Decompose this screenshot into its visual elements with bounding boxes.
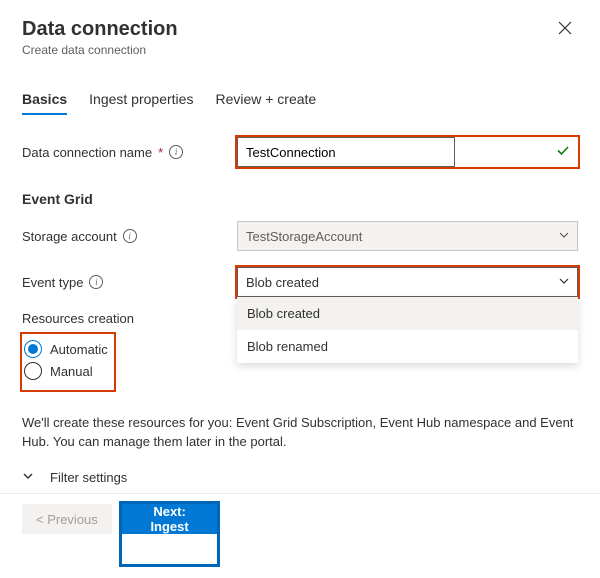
storage-account-value: TestStorageAccount [246, 229, 362, 244]
dropdown-option-blob-renamed[interactable]: Blob renamed [237, 330, 578, 363]
footer: < Previous Next: Ingest properties > [0, 493, 600, 578]
resources-creation-label: Resources creation [22, 311, 237, 326]
event-grid-section-title: Event Grid [22, 191, 578, 207]
info-icon[interactable]: i [89, 275, 103, 289]
required-asterisk: * [158, 145, 163, 160]
resources-creation-radio-group: Automatic Manual [22, 334, 114, 390]
check-icon [556, 144, 570, 161]
connection-name-label: Data connection name * i [22, 145, 237, 160]
event-type-value: Blob created [246, 275, 319, 290]
dropdown-option-blob-created[interactable]: Blob created [237, 297, 578, 330]
page-subtitle: Create data connection [22, 43, 178, 57]
tab-bar: Basics Ingest properties Review + create [22, 85, 578, 115]
next-button[interactable]: Next: Ingest properties > [122, 504, 218, 534]
connection-name-input[interactable] [237, 137, 455, 167]
close-icon [558, 21, 572, 35]
filter-settings-expander[interactable]: Filter settings [22, 470, 578, 485]
radio-manual[interactable]: Manual [24, 362, 108, 380]
chevron-down-icon [559, 276, 569, 289]
help-text: We'll create these resources for you: Ev… [22, 414, 578, 452]
chevron-down-icon [22, 470, 34, 485]
radio-automatic[interactable]: Automatic [24, 340, 108, 358]
storage-account-select[interactable]: TestStorageAccount [237, 221, 578, 251]
previous-button[interactable]: < Previous [22, 504, 112, 534]
radio-manual-label: Manual [50, 364, 93, 379]
tab-basics[interactable]: Basics [22, 85, 67, 115]
filter-settings-label: Filter settings [50, 470, 127, 485]
storage-account-label: Storage account i [22, 229, 237, 244]
event-type-select[interactable]: Blob created [237, 267, 578, 297]
page-title: Data connection [22, 18, 178, 41]
event-type-dropdown: Blob created Blob renamed [237, 297, 578, 363]
event-type-label: Event type i [22, 275, 237, 290]
radio-automatic-label: Automatic [50, 342, 108, 357]
radio-icon [24, 340, 42, 358]
chevron-down-icon [559, 230, 569, 243]
radio-icon [24, 362, 42, 380]
tab-ingest-properties[interactable]: Ingest properties [89, 85, 193, 115]
tab-review-create[interactable]: Review + create [215, 85, 316, 115]
info-icon[interactable]: i [169, 145, 183, 159]
close-button[interactable] [552, 18, 578, 40]
info-icon[interactable]: i [123, 229, 137, 243]
